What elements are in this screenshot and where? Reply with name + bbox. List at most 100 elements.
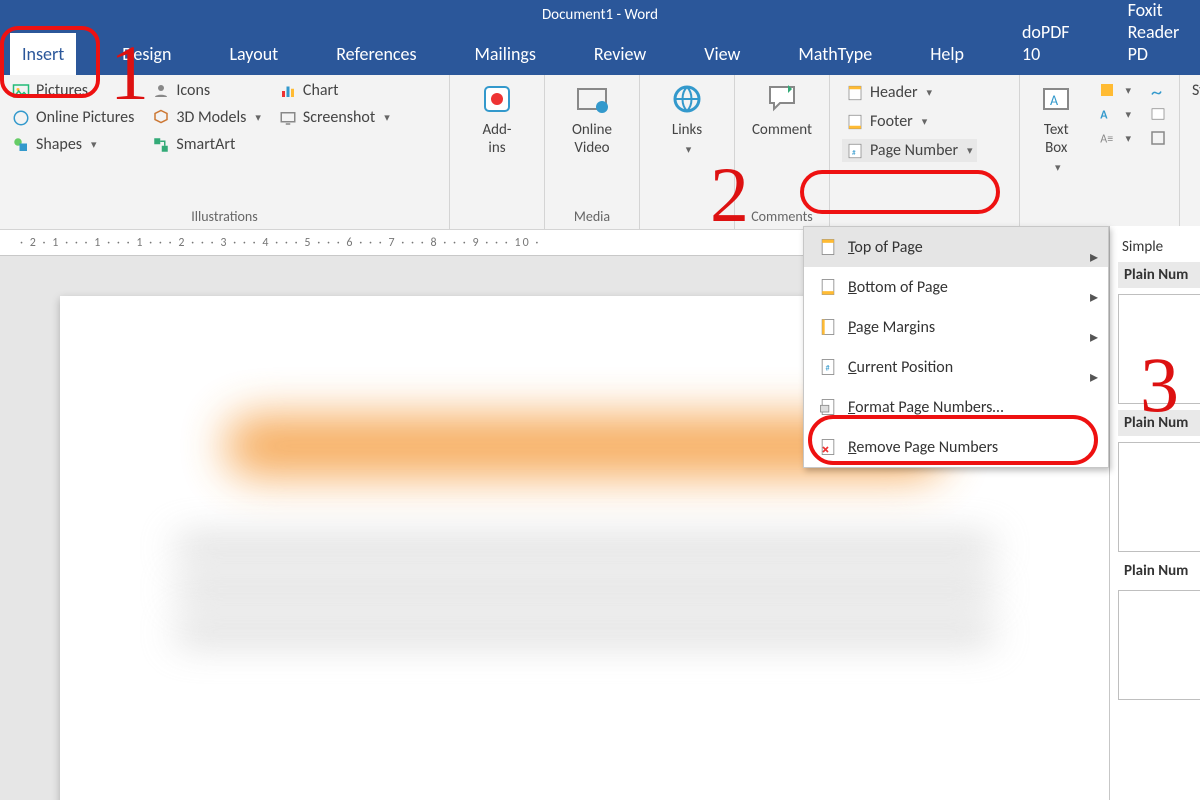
group-illustrations: Pictures Online Pictures Shapes: [0, 75, 450, 229]
menu-position-label: Current Position: [848, 358, 953, 377]
header-button[interactable]: Header: [842, 81, 977, 104]
tab-dopdf[interactable]: doPDF 10: [1010, 11, 1082, 75]
group-header-footer: Header Footer # Page Number: [830, 75, 1020, 229]
shapes-label: Shapes: [36, 135, 82, 154]
icons-button[interactable]: Icons: [152, 81, 261, 100]
window-title: Document1 - Word: [542, 6, 658, 24]
blurred-text: [175, 620, 995, 644]
tab-foxit[interactable]: Foxit Reader PD: [1116, 0, 1200, 75]
tab-mailings[interactable]: Mailings: [463, 33, 548, 75]
comment-button[interactable]: Comment: [747, 81, 817, 208]
quick-parts-button[interactable]: [1098, 81, 1131, 99]
page-number-button[interactable]: # Page Number: [842, 139, 977, 162]
menu-bottom-label: Bottom of Page: [848, 278, 948, 297]
format-icon: [818, 397, 838, 417]
shapes-button[interactable]: Shapes: [12, 135, 134, 154]
group-media: Online Video Media: [545, 75, 640, 229]
footer-button[interactable]: Footer: [842, 110, 977, 133]
icons-label: Icons: [176, 81, 210, 100]
menu-page-margins[interactable]: Page Margins: [804, 307, 1108, 347]
top-page-icon: [818, 237, 838, 257]
gallery-item-2[interactable]: [1118, 442, 1200, 552]
online-video-button[interactable]: Online Video: [557, 81, 627, 208]
cube-icon: [152, 109, 170, 127]
tab-insert[interactable]: Insert: [10, 33, 76, 75]
svg-text:A≡: A≡: [1101, 133, 1114, 147]
gallery-item-3-title: Plain Num: [1118, 558, 1200, 584]
chart-icon: [279, 82, 297, 100]
pictures-button[interactable]: Pictures: [12, 81, 134, 100]
addins-label: Add- ins: [482, 121, 511, 157]
chart-button[interactable]: Chart: [279, 81, 390, 100]
ribbon-tabs: Insert Design Layout References Mailings…: [0, 30, 1200, 75]
ribbon: Pictures Online Pictures Shapes: [0, 75, 1200, 230]
menu-remove-label: Remove Page Numbers: [848, 438, 998, 457]
page-number-menu: Top of Page Bottom of Page Page Margins …: [803, 226, 1109, 468]
tab-view[interactable]: View: [692, 33, 752, 75]
header-label: Header: [870, 83, 918, 102]
group-links: Links: [640, 75, 735, 229]
addins-button[interactable]: Add- ins: [462, 81, 532, 225]
text-box-button[interactable]: A Text Box: [1032, 81, 1080, 225]
menu-remove-page-numbers[interactable]: Remove Page Numbers: [804, 427, 1108, 467]
header-icon: [846, 84, 864, 102]
object-icon: [1149, 129, 1167, 147]
page-number-gallery: Simple Plain Num Plain Num Plain Num: [1109, 226, 1200, 800]
menu-bottom-of-page[interactable]: Bottom of Page: [804, 267, 1108, 307]
menu-top-label: Top of Page: [848, 238, 923, 257]
link-icon: [669, 81, 705, 117]
datetime-icon: [1149, 105, 1167, 123]
screenshot-icon: [279, 109, 297, 127]
page-number-label: Page Number: [870, 141, 958, 160]
group-label-media: Media: [557, 208, 627, 227]
symbols-label: Sy: [1192, 81, 1200, 227]
screenshot-button[interactable]: Screenshot: [279, 108, 390, 127]
object-button[interactable]: [1149, 129, 1167, 147]
wordart-button[interactable]: A: [1098, 105, 1131, 123]
page-number-icon: #: [846, 142, 864, 160]
remove-icon: [818, 437, 838, 457]
drop-cap-button[interactable]: A≡: [1098, 129, 1131, 147]
dropcap-icon: A≡: [1098, 129, 1116, 147]
online-pictures-label: Online Pictures: [36, 108, 134, 127]
menu-top-of-page[interactable]: Top of Page: [804, 227, 1108, 267]
online-picture-icon: [12, 109, 30, 127]
ruler-marks: · 2 · 1 · · · 1 · · · 1 · · · 2 · · · 3 …: [20, 236, 540, 250]
tab-help[interactable]: Help: [918, 33, 976, 75]
svg-text:#: #: [826, 363, 830, 373]
margins-icon: [818, 317, 838, 337]
menu-format-label: Format Page Numbers…: [848, 398, 1003, 417]
comment-label: Comment: [752, 121, 812, 139]
3d-models-button[interactable]: 3D Models: [152, 108, 261, 127]
menu-format-page-numbers[interactable]: Format Page Numbers…: [804, 387, 1108, 427]
tab-design[interactable]: Design: [110, 33, 183, 75]
online-pictures-button[interactable]: Online Pictures: [12, 108, 134, 127]
gallery-item-1-title: Plain Num: [1118, 262, 1200, 288]
chart-label: Chart: [303, 81, 339, 100]
online-video-label: Online Video: [572, 121, 612, 157]
bottom-page-icon: [818, 277, 838, 297]
footer-label: Footer: [870, 112, 913, 131]
menu-current-position[interactable]: # Current Position: [804, 347, 1108, 387]
3d-models-label: 3D Models: [176, 108, 246, 127]
addins-icon: [479, 81, 515, 117]
position-icon: #: [818, 357, 838, 377]
smartart-button[interactable]: SmartArt: [152, 135, 261, 154]
date-time-button[interactable]: [1149, 105, 1167, 123]
tab-mathtype[interactable]: MathType: [786, 33, 884, 75]
group-symbols: Sy: [1180, 75, 1200, 229]
pictures-label: Pictures: [36, 81, 88, 100]
screenshot-label: Screenshot: [303, 108, 375, 127]
text-box-label: Text Box: [1044, 121, 1069, 157]
signature-button[interactable]: [1149, 81, 1167, 99]
tab-references[interactable]: References: [324, 33, 428, 75]
tab-layout[interactable]: Layout: [217, 33, 290, 75]
links-button[interactable]: Links: [652, 81, 722, 225]
gallery-item-3[interactable]: [1118, 590, 1200, 700]
links-label: Links: [672, 121, 702, 139]
menu-margins-label: Page Margins: [848, 318, 935, 337]
svg-text:A: A: [1050, 92, 1059, 109]
tab-review[interactable]: Review: [582, 33, 658, 75]
blurred-text: [175, 578, 995, 602]
gallery-item-1[interactable]: [1118, 294, 1200, 404]
